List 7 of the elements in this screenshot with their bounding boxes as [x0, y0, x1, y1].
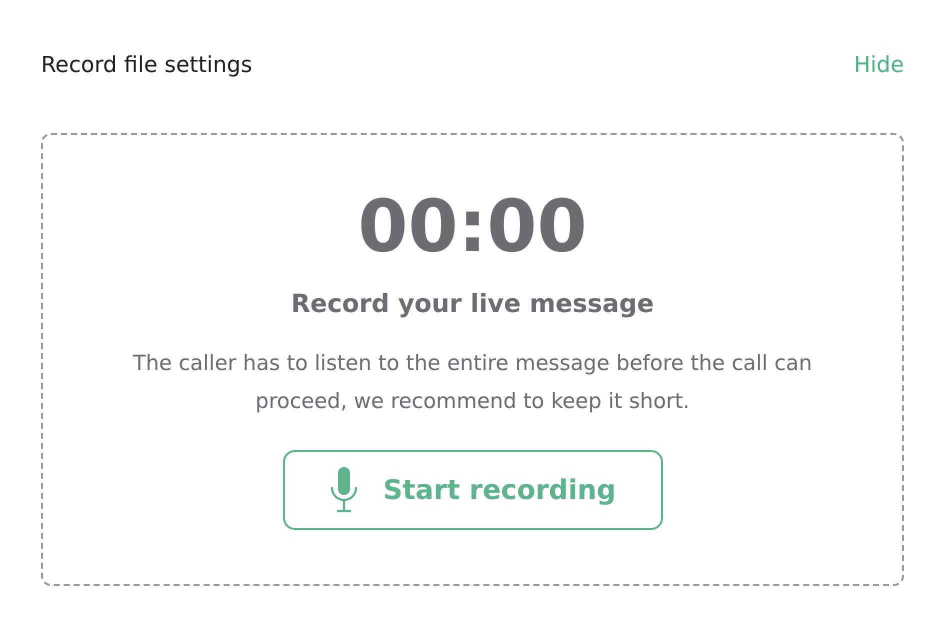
microphone-icon — [329, 467, 360, 513]
start-recording-button[interactable]: Start recording — [282, 450, 662, 530]
timer: 00:00 — [358, 183, 588, 269]
section-title: Record file settings — [41, 52, 252, 78]
recorder-description: The caller has to listen to the entire message before the call can proceed, we recommend to keep it short. — [132, 350, 814, 415]
hide-link[interactable]: Hide — [854, 52, 904, 78]
recorder-heading: Record your live message — [290, 289, 654, 318]
